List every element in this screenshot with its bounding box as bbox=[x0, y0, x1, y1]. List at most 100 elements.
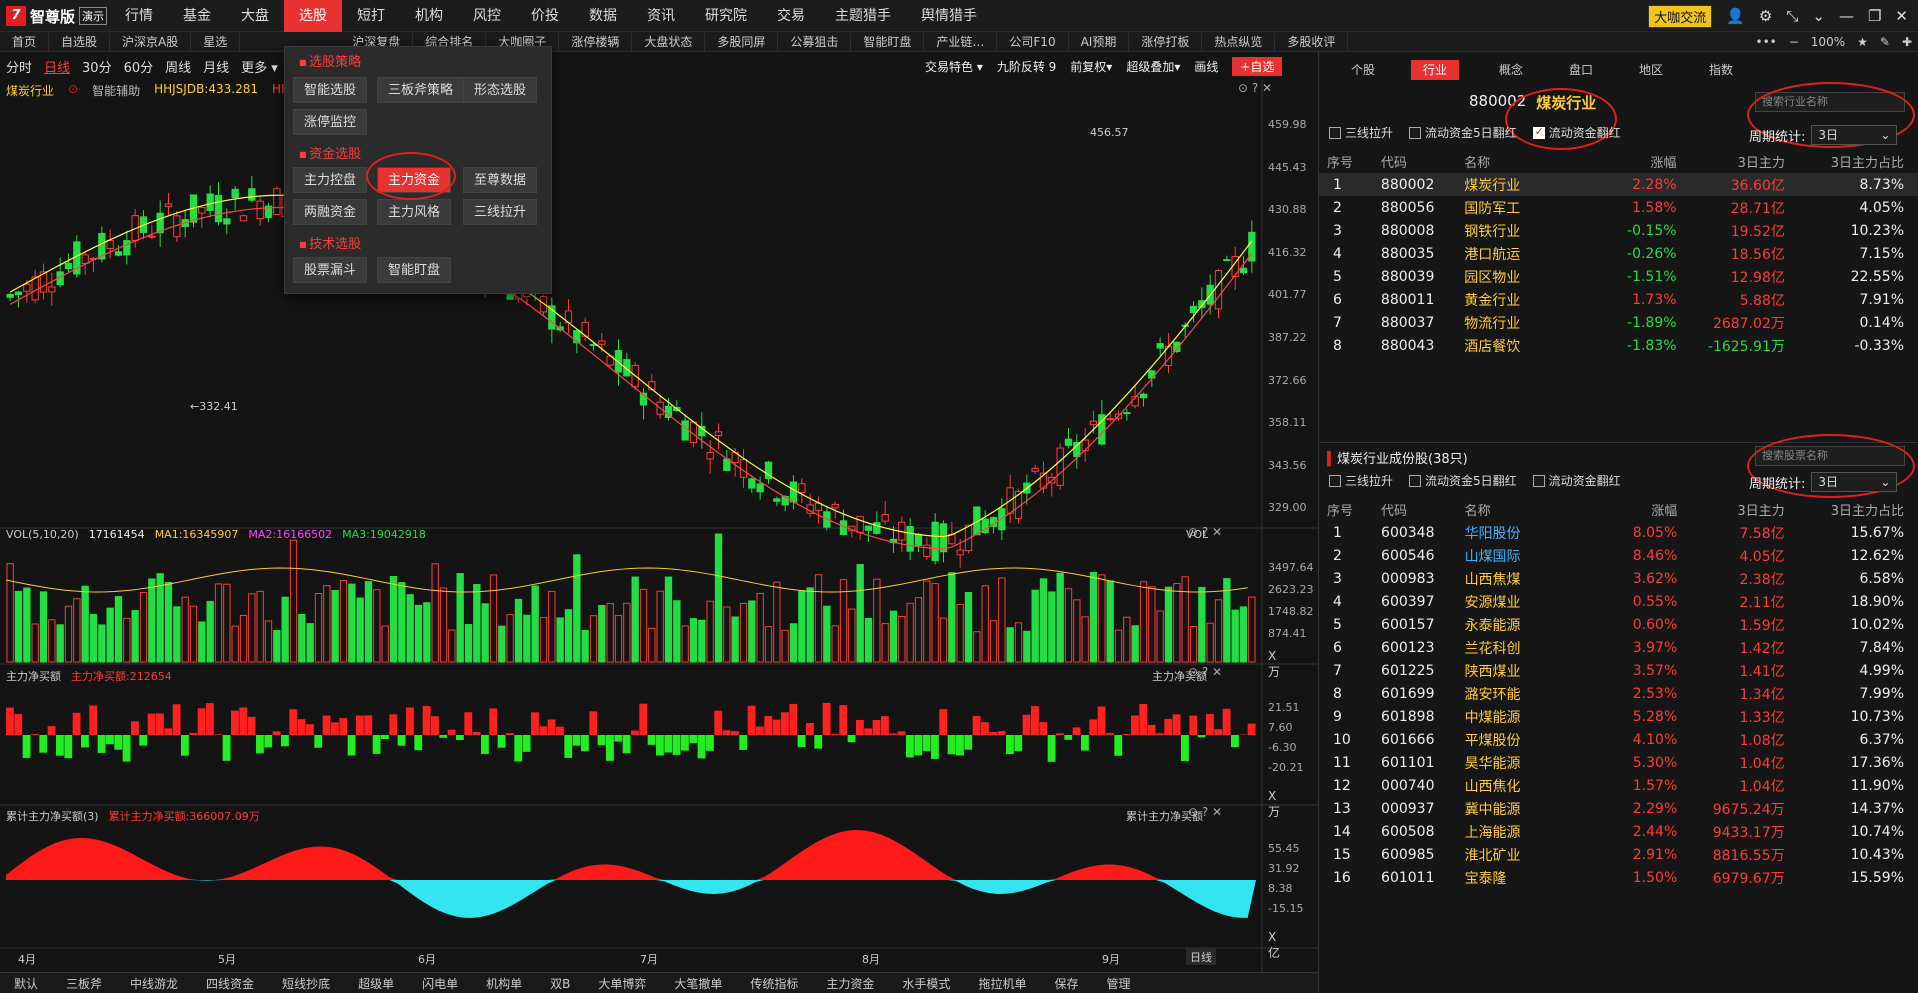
menu-item-8[interactable]: 数据 bbox=[574, 0, 632, 32]
table-row[interactable]: 7 601225 陕西煤业 3.57% 1.41亿 4.99% bbox=[1319, 659, 1918, 682]
menu-item-13[interactable]: 舆情猎手 bbox=[906, 0, 992, 32]
chart-tool-4[interactable]: 画线 bbox=[1194, 58, 1218, 75]
table-row[interactable]: 15 600985 淮北矿业 2.91% 8816.55万 10.43% bbox=[1319, 843, 1918, 866]
popup-btn-watch[interactable]: 智能盯盘 bbox=[377, 257, 452, 283]
table-row[interactable]: 16 601011 宝泰隆 1.50% 6979.67万 15.59% bbox=[1319, 866, 1918, 889]
period-tab-2[interactable]: 30分 bbox=[76, 57, 118, 76]
chart-tool-2[interactable]: 前复权▾ bbox=[1070, 58, 1112, 75]
user-icon[interactable]: 👤 bbox=[1726, 7, 1745, 25]
table-row[interactable]: 8 601699 潞安环能 2.53% 1.34亿 7.99% bbox=[1319, 682, 1918, 705]
dropdown-icon[interactable]: ⌄ bbox=[1812, 7, 1825, 25]
column-header[interactable]: 名称 bbox=[1464, 150, 1583, 173]
column-header[interactable]: 3日主力 bbox=[1691, 150, 1799, 173]
table-row[interactable]: 6 600123 兰花科创 3.97% 1.42亿 7.84% bbox=[1319, 636, 1918, 659]
table-row[interactable]: 2 880056 国防军工 1.58% 28.71亿 4.05% bbox=[1319, 196, 1918, 219]
indicator-tab-8[interactable]: 双B bbox=[536, 975, 584, 992]
chart-tool-3[interactable]: 超级叠加▾ bbox=[1126, 58, 1180, 75]
star-icon[interactable]: ★ bbox=[1857, 35, 1868, 49]
right-tab-2[interactable]: 概念 bbox=[1487, 60, 1535, 80]
table-row[interactable]: 4 600397 安源煤业 0.55% 2.11亿 18.90% bbox=[1319, 590, 1918, 613]
popup-btn-sanbanfu[interactable]: 三板斧策略 bbox=[377, 77, 465, 103]
filter-checkbox-0[interactable]: 三线拉升 bbox=[1329, 472, 1393, 489]
indicator-tab-16[interactable]: 管理 bbox=[1092, 975, 1144, 992]
indicator-tab-3[interactable]: 四线资金 bbox=[192, 975, 268, 992]
kline-chart[interactable]: 456.57←332.414月 5月 6月 7月 8月 9月⊙ ? ✕⊙ ? ✕⊙ ? ✕… bbox=[0, 80, 1318, 972]
menu-item-11[interactable]: 交易 bbox=[762, 0, 820, 32]
menu-item-10[interactable]: 研究院 bbox=[690, 0, 762, 32]
table-row[interactable]: 5 600157 永泰能源 0.60% 1.59亿 10.02% bbox=[1319, 613, 1918, 636]
popup-btn-limitup[interactable]: 涨停监控 bbox=[293, 109, 368, 135]
indicator-tab-13[interactable]: 水手模式 bbox=[888, 975, 964, 992]
indicator-tab-12[interactable]: 主力资金 bbox=[812, 975, 888, 992]
stock-search-input[interactable]: 搜索股票名称 bbox=[1755, 446, 1905, 466]
add-favorite-button[interactable]: +自选 bbox=[1232, 56, 1283, 76]
app-logo[interactable]: 7 智尊版 演示 bbox=[0, 0, 110, 32]
menu-item-3[interactable]: 选股 bbox=[284, 0, 342, 32]
indicator-tab-15[interactable]: 保存 bbox=[1040, 975, 1092, 992]
menu-item-1[interactable]: 基金 bbox=[168, 0, 226, 32]
period-tab-0[interactable]: 分时 bbox=[0, 57, 38, 76]
quick-nav-item-14[interactable]: 公募狙击 bbox=[778, 32, 852, 51]
right-tab-3[interactable]: 盘口 bbox=[1557, 60, 1605, 80]
indicator-tab-14[interactable]: 拖拉机单 bbox=[964, 975, 1040, 992]
table-row[interactable]: 4 880035 港口航运 -0.26% 18.56亿 7.15% bbox=[1319, 242, 1918, 265]
filter-checkbox-2[interactable]: 流动资金翻红 bbox=[1532, 124, 1621, 141]
period-tab-4[interactable]: 周线 bbox=[159, 57, 197, 76]
column-header[interactable]: 3日主力 bbox=[1691, 498, 1798, 521]
period-dropdown[interactable]: 3日 ⌄ bbox=[1811, 472, 1898, 492]
period-dropdown[interactable]: 3日 ⌄ bbox=[1811, 125, 1898, 145]
minimize-icon[interactable]: — bbox=[1839, 7, 1854, 25]
table-row[interactable]: 7 880037 物流行业 -1.89% 2687.02万 0.14% bbox=[1319, 311, 1918, 334]
indicator-tab-7[interactable]: 机构单 bbox=[472, 975, 536, 992]
quick-nav-item-20[interactable]: 热点纵览 bbox=[1202, 32, 1276, 51]
popup-btn-3line[interactable]: 三线拉升 bbox=[463, 199, 538, 225]
quick-nav-item-13[interactable]: 多股同屏 bbox=[705, 32, 779, 51]
popup-btn-funnel[interactable]: 股票漏斗 bbox=[293, 257, 368, 283]
quick-nav-item-21[interactable]: 多股收评 bbox=[1275, 32, 1349, 51]
right-tab-0[interactable]: 个股 bbox=[1339, 60, 1387, 80]
column-header[interactable]: 序号 bbox=[1319, 498, 1381, 521]
table-row[interactable]: 1 880002 煤炭行业 2.28% 36.60亿 8.73% bbox=[1319, 173, 1918, 196]
popup-btn-margin[interactable]: 两融资金 bbox=[293, 199, 368, 225]
popup-btn-pattern[interactable]: 形态选股 bbox=[463, 77, 538, 103]
menu-item-0[interactable]: 行情 bbox=[110, 0, 168, 32]
column-header[interactable]: 涨幅 bbox=[1584, 498, 1691, 521]
table-row[interactable]: 2 600546 山煤国际 8.46% 4.05亿 12.62% bbox=[1319, 544, 1918, 567]
menu-item-6[interactable]: 风控 bbox=[458, 0, 516, 32]
filter-checkbox-0[interactable]: 三线拉升 bbox=[1329, 124, 1393, 141]
table-row[interactable]: 5 880039 园区物业 -1.51% 12.98亿 22.55% bbox=[1319, 265, 1918, 288]
indicator-tab-11[interactable]: 传统指标 bbox=[736, 975, 812, 992]
popup-btn-main-fund[interactable]: 主力资金 bbox=[377, 167, 452, 193]
indicator-tab-9[interactable]: 大单博弈 bbox=[584, 975, 660, 992]
quick-nav-item-12[interactable]: 大盘状态 bbox=[632, 32, 706, 51]
daka-button[interactable]: 大咖交流 bbox=[1648, 4, 1713, 28]
column-header[interactable]: 3日主力占比 bbox=[1799, 150, 1918, 173]
period-tab-6[interactable]: 更多 ▾ bbox=[235, 57, 284, 76]
quick-nav-item-19[interactable]: 涨停打板 bbox=[1129, 32, 1203, 51]
table-row[interactable]: 12 000740 山西焦化 1.57% 1.04亿 11.90% bbox=[1319, 774, 1918, 797]
menu-item-7[interactable]: 价投 bbox=[516, 0, 574, 32]
indicator-tab-0[interactable]: 默认 bbox=[0, 975, 52, 992]
filter-checkbox-1[interactable]: 流动资金5日翻红 bbox=[1409, 124, 1517, 141]
filter-checkbox-1[interactable]: 流动资金5日翻红 bbox=[1409, 472, 1517, 489]
indicator-tab-2[interactable]: 中线游龙 bbox=[116, 975, 192, 992]
column-header[interactable]: 代码 bbox=[1381, 498, 1465, 521]
menu-item-4[interactable]: 短打 bbox=[342, 0, 400, 32]
table-row[interactable]: 3 880008 钢铁行业 -0.15% 19.52亿 10.23% bbox=[1319, 219, 1918, 242]
table-row[interactable]: 13 000937 冀中能源 2.29% 9675.24万 14.37% bbox=[1319, 797, 1918, 820]
quick-nav-item-15[interactable]: 智能盯盘 bbox=[851, 32, 925, 51]
menu-item-2[interactable]: 大盘 bbox=[226, 0, 284, 32]
column-header[interactable]: 3日主力占比 bbox=[1799, 498, 1918, 521]
right-tab-4[interactable]: 地区 bbox=[1627, 60, 1675, 80]
indicator-tab-10[interactable]: 大笔撤单 bbox=[660, 975, 736, 992]
industry-search-input[interactable]: 搜索行业名称 bbox=[1755, 92, 1905, 112]
table-row[interactable]: 11 601101 昊华能源 5.30% 1.04亿 17.36% bbox=[1319, 751, 1918, 774]
period-tab-5[interactable]: 月线 bbox=[197, 57, 235, 76]
quick-nav-item-1[interactable]: 自选股 bbox=[49, 32, 111, 51]
period-corner[interactable]: 日线 bbox=[1186, 949, 1216, 965]
close-icon[interactable]: ✕ bbox=[1895, 7, 1908, 25]
quick-nav-item-11[interactable]: 涨停楼辆 bbox=[559, 32, 633, 51]
popup-btn-control[interactable]: 主力控盘 bbox=[293, 167, 368, 193]
quick-nav-item-3[interactable]: 星选 bbox=[191, 32, 241, 51]
menu-item-12[interactable]: 主题猎手 bbox=[820, 0, 906, 32]
